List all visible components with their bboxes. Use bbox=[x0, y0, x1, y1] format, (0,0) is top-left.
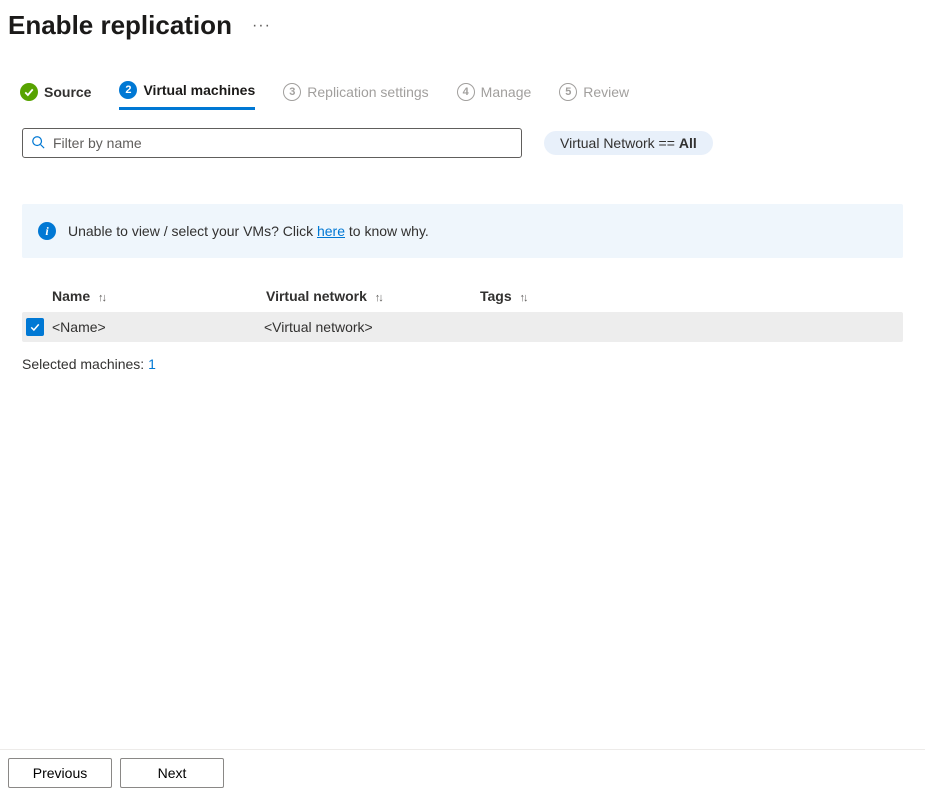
cell-virtual-network: <Virtual network> bbox=[264, 319, 373, 335]
info-banner: i Unable to view / select your VMs? Clic… bbox=[22, 204, 903, 258]
info-link[interactable]: here bbox=[317, 223, 345, 239]
step-number-icon: 5 bbox=[559, 83, 577, 101]
selected-machines-summary: Selected machines: 1 bbox=[22, 356, 903, 372]
step-manage[interactable]: 4 Manage bbox=[457, 83, 532, 109]
column-header-label: Virtual network bbox=[266, 288, 367, 304]
column-header-virtual-network[interactable]: Virtual network ↑↓ bbox=[266, 288, 480, 304]
search-field-wrap[interactable] bbox=[22, 128, 522, 158]
search-icon bbox=[31, 135, 45, 152]
step-label: Replication settings bbox=[307, 84, 428, 100]
step-replication-settings[interactable]: 3 Replication settings bbox=[283, 83, 428, 109]
step-number-icon: 2 bbox=[119, 81, 137, 99]
next-button[interactable]: Next bbox=[120, 758, 224, 788]
step-label: Manage bbox=[481, 84, 532, 100]
filter-pill-prefix: Virtual Network == bbox=[560, 135, 675, 151]
step-number-icon: 3 bbox=[283, 83, 301, 101]
info-icon: i bbox=[38, 222, 56, 240]
wizard-steps: Source 2 Virtual machines 3 Replication … bbox=[8, 81, 917, 110]
column-header-label: Tags bbox=[480, 288, 512, 304]
selected-count: 1 bbox=[148, 356, 156, 372]
wizard-footer: Previous Next bbox=[0, 749, 925, 796]
sort-icon: ↑↓ bbox=[520, 292, 527, 304]
info-text: Unable to view / select your VMs? Click … bbox=[68, 223, 429, 239]
info-text-before: Unable to view / select your VMs? Click bbox=[68, 223, 317, 239]
step-review[interactable]: 5 Review bbox=[559, 83, 629, 109]
page-title: Enable replication bbox=[8, 10, 232, 41]
info-text-after: to know why. bbox=[345, 223, 429, 239]
cell-name: <Name> bbox=[52, 319, 106, 335]
step-virtual-machines[interactable]: 2 Virtual machines bbox=[119, 81, 255, 110]
table-header: Name ↑↓ Virtual network ↑↓ Tags ↑↓ bbox=[22, 280, 903, 312]
step-number-icon: 4 bbox=[457, 83, 475, 101]
search-input[interactable] bbox=[51, 134, 513, 152]
step-label: Virtual machines bbox=[143, 82, 255, 98]
row-checkbox[interactable] bbox=[26, 318, 44, 336]
virtual-network-filter-pill[interactable]: Virtual Network == All bbox=[544, 131, 713, 155]
previous-button[interactable]: Previous bbox=[8, 758, 112, 788]
step-source[interactable]: Source bbox=[20, 83, 91, 109]
vm-table: Name ↑↓ Virtual network ↑↓ Tags ↑↓ <Name… bbox=[22, 280, 903, 342]
sort-icon: ↑↓ bbox=[98, 292, 105, 304]
column-header-name[interactable]: Name ↑↓ bbox=[52, 288, 266, 304]
column-header-tags[interactable]: Tags ↑↓ bbox=[480, 288, 680, 304]
check-icon bbox=[20, 83, 38, 101]
step-label: Source bbox=[44, 84, 91, 100]
step-label: Review bbox=[583, 84, 629, 100]
column-header-label: Name bbox=[52, 288, 90, 304]
sort-icon: ↑↓ bbox=[375, 292, 382, 304]
selected-label: Selected machines: bbox=[22, 356, 148, 372]
filter-pill-value: All bbox=[679, 135, 697, 151]
table-row[interactable]: <Name> <Virtual network> bbox=[22, 312, 903, 342]
more-actions-icon[interactable]: ··· bbox=[252, 17, 271, 35]
